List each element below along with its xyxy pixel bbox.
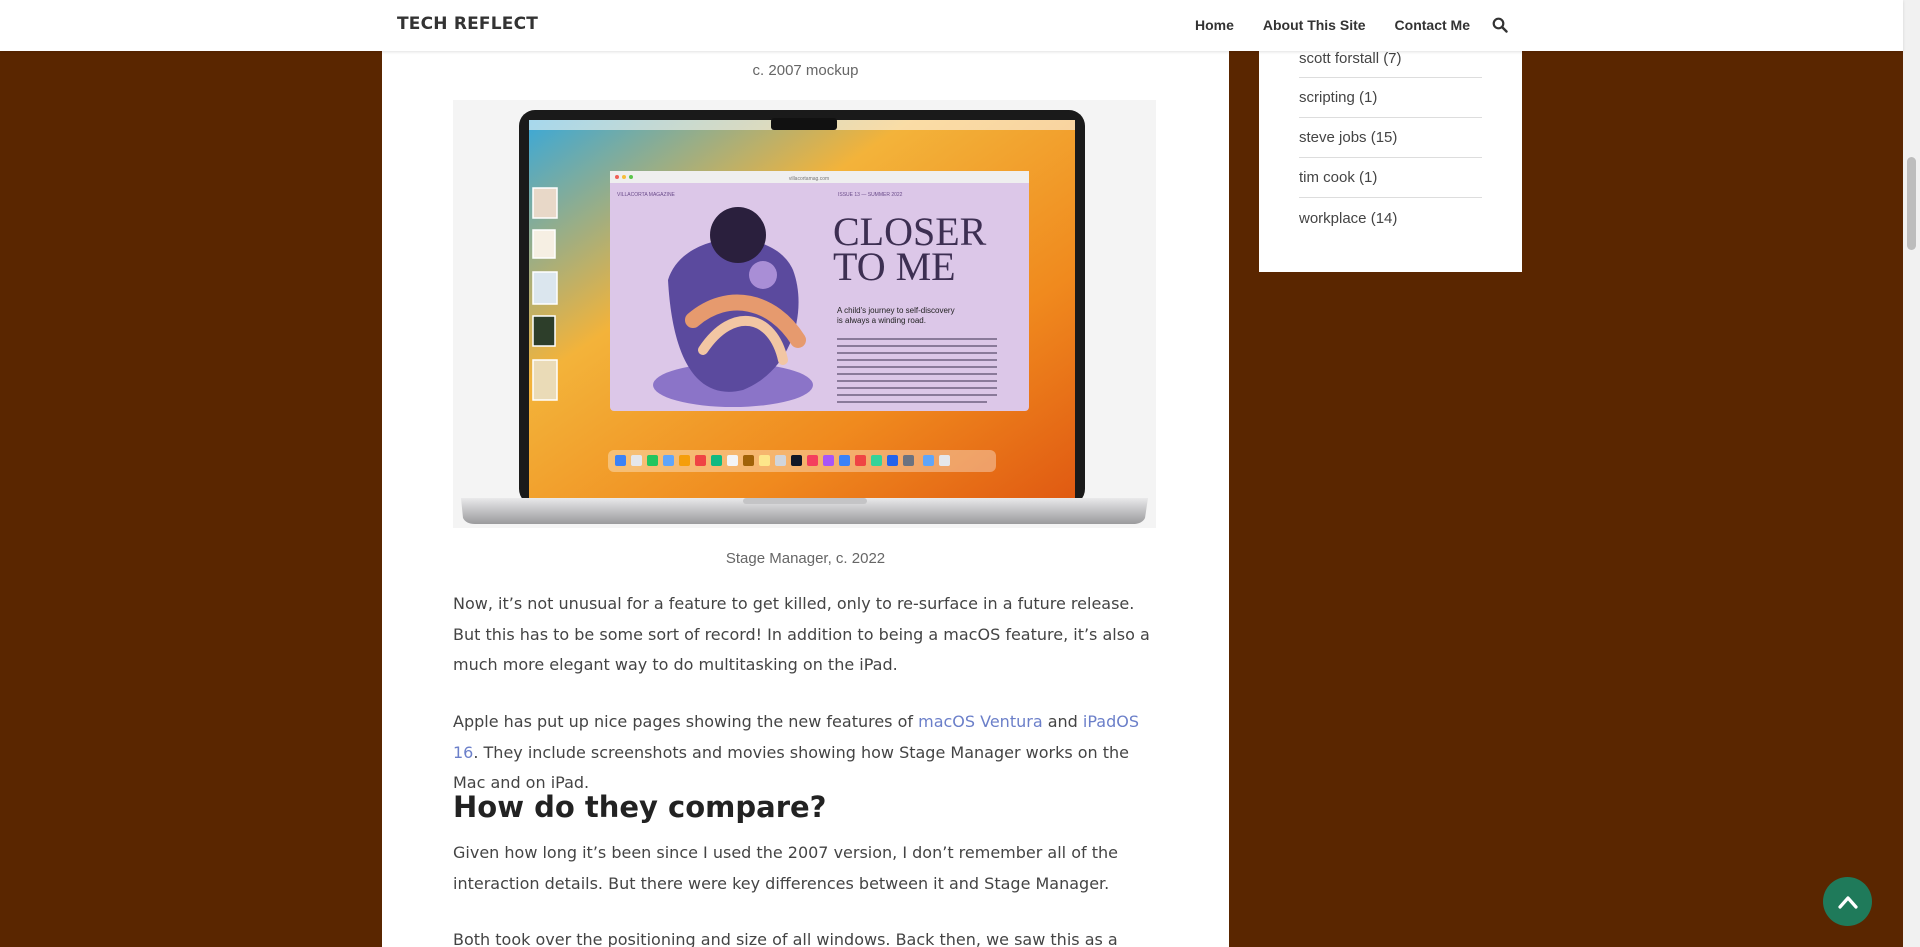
paragraph-2: Apple has put up nice pages showing the …: [453, 707, 1156, 799]
site-brand[interactable]: TECH REFLECT: [397, 14, 538, 34]
article-column: c. 2007 mockup villacortamag.com VILLACO…: [382, 0, 1229, 947]
paragraph-2-text-a: Apple has put up nice pages showing the …: [453, 712, 919, 731]
search-icon[interactable]: [1492, 17, 1508, 33]
paragraph-2-text-c: . They include screenshots and movies sh…: [453, 742, 1130, 793]
tag-item[interactable]: steve jobs (15): [1299, 118, 1482, 158]
section-heading: How do they compare?: [453, 790, 827, 824]
nav-about[interactable]: About This Site: [1263, 17, 1366, 33]
image-subhead-2: is always a winding road.: [837, 316, 926, 325]
tag-item[interactable]: workplace (14): [1299, 198, 1482, 238]
link-macos-ventura[interactable]: macOS Ventura: [918, 712, 1043, 731]
page-scrollbar[interactable]: [1903, 0, 1920, 947]
paragraph-2-text-b: and: [1042, 712, 1083, 731]
image-subhead-1: A child's journey to self-discovery: [837, 306, 955, 315]
image-magazine: VILLACORTA MAGAZINE: [617, 192, 676, 198]
tag-item[interactable]: tim cook (1): [1299, 158, 1482, 198]
paragraph-4: Both took over the positioning and size …: [453, 930, 1118, 947]
scrollbar-thumb[interactable]: [1907, 157, 1916, 250]
chevron-up-icon: [1837, 895, 1858, 909]
figure-caption-bottom: Stage Manager, c. 2022: [725, 550, 886, 567]
nav-home[interactable]: Home: [1195, 17, 1234, 33]
image-headline-2: TO ME: [833, 244, 956, 289]
nav-contact[interactable]: Contact Me: [1395, 17, 1470, 33]
image-url: villacortamag.com: [789, 176, 829, 182]
tag-list: scott forstall (7) scripting (1) steve j…: [1299, 48, 1482, 238]
site-header: TECH REFLECT Home About This Site Contac…: [0, 0, 1903, 51]
main-nav: Home About This Site Contact Me: [1166, 17, 1508, 33]
back-to-top-button[interactable]: [1823, 877, 1872, 926]
image-issue: ISSUE 13 — SUMMER 2022: [838, 192, 903, 198]
paragraph-3: Given how long it’s been since I used th…: [453, 843, 1118, 893]
stage-manager-image: villacortamag.com VILLACORTA MAGAZINE IS…: [453, 100, 1156, 528]
figure-caption-top: c. 2007 mockup: [752, 62, 859, 79]
paragraph-1: Now, it’s not unusual for a feature to g…: [453, 594, 1150, 674]
tag-item[interactable]: scripting (1): [1299, 78, 1482, 118]
tag-item[interactable]: scott forstall (7): [1299, 48, 1482, 78]
